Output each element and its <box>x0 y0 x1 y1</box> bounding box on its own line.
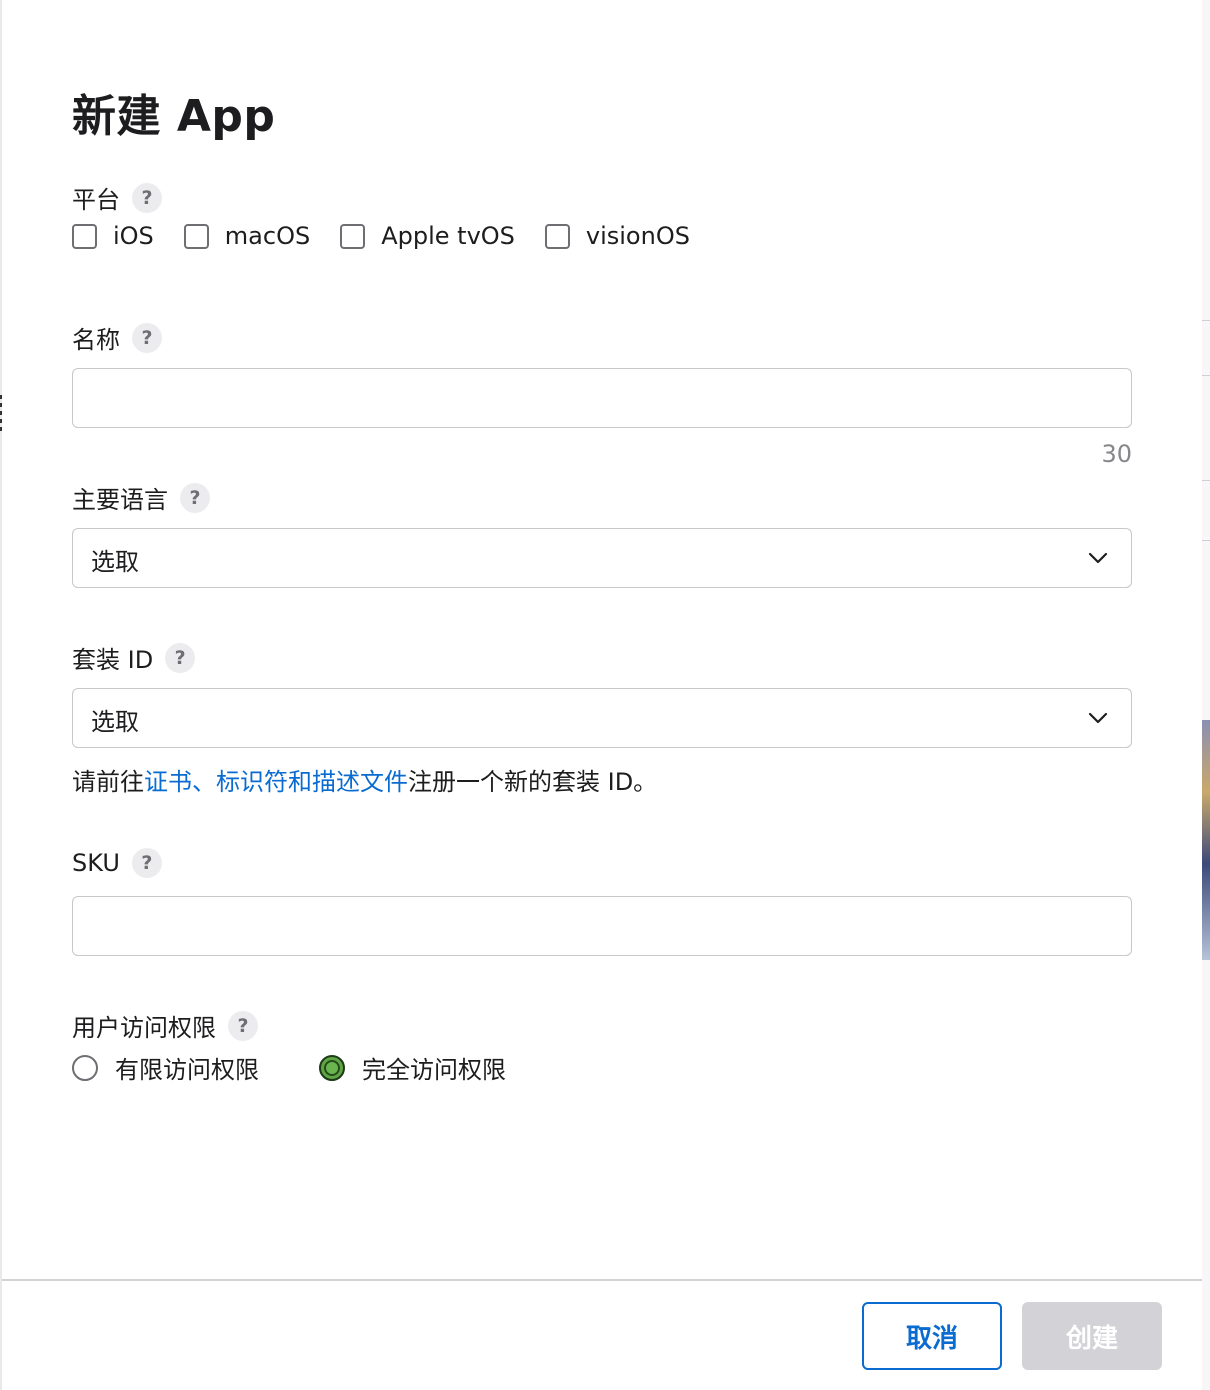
bundle-id-label: 套装 ID <box>72 646 154 674</box>
select-value: 选取 <box>91 548 139 576</box>
chevron-down-icon <box>1088 712 1108 724</box>
platform-checkbox-ios[interactable]: iOS <box>72 222 154 250</box>
sku-field[interactable] <box>72 896 1132 956</box>
radio-label: 有限访问权限 <box>115 1056 259 1084</box>
background-divider <box>1202 375 1210 376</box>
user-access-radio-group: 有限访问权限 完全访问权限 <box>72 1050 566 1085</box>
bundle-id-help-icon[interactable]: ? <box>165 642 196 673</box>
checkbox-label: visionOS <box>585 222 690 250</box>
cancel-button[interactable]: 取消 <box>862 1302 1002 1370</box>
platform-help-icon[interactable]: ? <box>132 182 162 213</box>
primary-language-label: 主要语言 <box>72 486 168 514</box>
bundle-id-label-row: 套装 ID ? <box>72 640 196 675</box>
primary-language-help-icon[interactable]: ? <box>180 482 210 513</box>
primary-language-select[interactable]: 选取 <box>72 528 1132 588</box>
background-divider <box>1202 540 1210 541</box>
user-access-label-row: 用户访问权限 ? <box>72 1008 258 1043</box>
checkbox-label: iOS <box>113 222 154 250</box>
name-char-counter: 30 <box>1101 440 1132 468</box>
primary-language-label-row: 主要语言 ? <box>72 480 210 515</box>
chevron-down-icon <box>1088 552 1108 564</box>
background-image <box>1202 720 1210 960</box>
create-button[interactable]: 创建 <box>1022 1302 1162 1370</box>
sku-input[interactable] <box>73 897 1131 955</box>
new-app-dialog: 新建 App 平台 ? iOS macOS Apple tvOS visionO… <box>2 0 1202 1390</box>
checkbox-label: macOS <box>224 222 311 250</box>
dialog-title: 新建 App <box>72 91 276 142</box>
name-input[interactable] <box>73 369 1131 427</box>
footer-divider <box>2 1279 1202 1281</box>
platform-label: 平台 <box>72 186 120 214</box>
platform-checkbox-visionos[interactable]: visionOS <box>544 222 690 250</box>
checkbox[interactable] <box>72 223 97 249</box>
radio-button-selected[interactable] <box>319 1054 345 1081</box>
background-divider <box>1202 480 1210 481</box>
name-field[interactable] <box>72 368 1132 428</box>
name-help-icon[interactable]: ? <box>132 322 162 353</box>
name-label: 名称 <box>72 326 120 354</box>
checkbox[interactable] <box>183 223 209 249</box>
radio-limited-access[interactable]: 有限访问权限 <box>72 1050 259 1085</box>
checkbox[interactable] <box>340 223 366 249</box>
sku-help-icon[interactable]: ? <box>131 848 162 878</box>
user-access-label: 用户访问权限 <box>72 1014 216 1042</box>
bundle-id-select[interactable]: 选取 <box>72 688 1132 748</box>
checkbox[interactable] <box>544 223 570 249</box>
hint-prefix: 请前往 <box>72 768 144 796</box>
sku-label-row: SKU ? <box>72 848 162 878</box>
sku-label: SKU <box>72 849 120 877</box>
platform-checkbox-group: iOS macOS Apple tvOS visionOS <box>72 222 720 250</box>
platform-label-row: 平台 ? <box>72 180 162 215</box>
name-label-row: 名称 ? <box>72 320 162 355</box>
background-divider <box>1202 320 1210 321</box>
background-page <box>1202 0 1210 1390</box>
user-access-help-icon[interactable]: ? <box>228 1010 258 1041</box>
checkbox-label: Apple tvOS <box>381 222 515 250</box>
select-value: 选取 <box>91 708 139 736</box>
radio-full-access[interactable]: 完全访问权限 <box>319 1050 506 1085</box>
certificates-link[interactable]: 证书、标识符和描述文件 <box>144 768 408 796</box>
radio-button[interactable] <box>72 1054 98 1081</box>
bundle-id-hint: 请前往证书、标识符和描述文件注册一个新的套装 ID。 <box>72 762 657 797</box>
platform-checkbox-macos[interactable]: macOS <box>183 222 311 250</box>
hint-suffix: 注册一个新的套装 ID。 <box>408 768 658 796</box>
radio-label: 完全访问权限 <box>362 1056 506 1084</box>
platform-checkbox-tvos[interactable]: Apple tvOS <box>340 222 515 250</box>
